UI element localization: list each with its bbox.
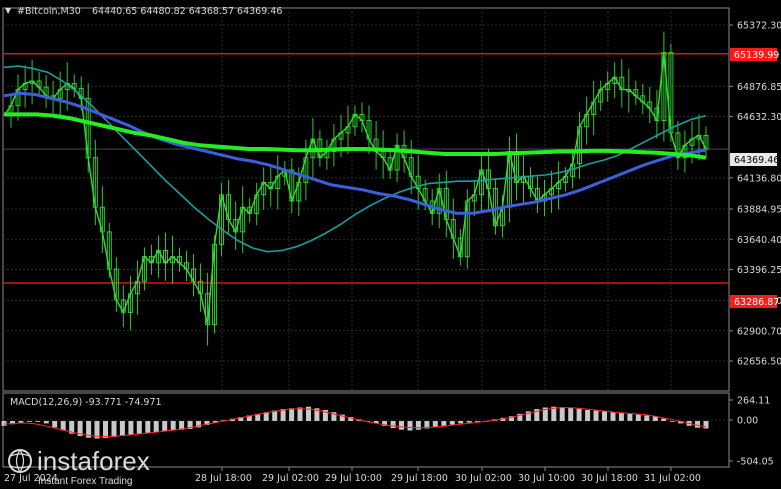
support-price-text: 63286.87 bbox=[734, 297, 779, 308]
price-tick-label: 65372.30 bbox=[737, 21, 781, 32]
price-tick-label: 64876.85 bbox=[737, 82, 781, 93]
macd-bar bbox=[559, 407, 565, 421]
macd-bar bbox=[627, 413, 633, 421]
time-tick-label: 29 Jul 18:00 bbox=[391, 473, 448, 484]
resistance-price-tag: 65139.99 bbox=[730, 48, 779, 61]
macd-bar bbox=[593, 410, 599, 421]
macd-bar bbox=[111, 421, 117, 437]
macd-tick-label: 264.11 bbox=[737, 396, 770, 407]
macd-bar bbox=[297, 407, 303, 421]
macd-bar bbox=[602, 411, 607, 421]
macd-bar bbox=[449, 421, 455, 425]
macd-bar bbox=[170, 421, 176, 431]
price-tick-label: 63640.40 bbox=[737, 235, 781, 246]
macd-bar bbox=[635, 414, 641, 421]
support-price-tag: 63286.87 bbox=[730, 295, 779, 308]
macd-bar bbox=[60, 421, 66, 431]
macd-bar bbox=[390, 421, 396, 429]
macd-bar bbox=[289, 408, 295, 421]
macd-bar bbox=[407, 421, 413, 431]
price-tick-label: 64136.80 bbox=[737, 173, 781, 184]
macd-bar bbox=[1, 421, 7, 426]
price-tick-label: 63396.25 bbox=[737, 265, 781, 276]
macd-bar bbox=[272, 410, 278, 421]
trading-chart[interactable]: ▼ #Bitcoin,M30 64440.65 64480.82 64368.5… bbox=[0, 0, 781, 489]
macd-bar bbox=[162, 421, 168, 432]
macd-bar bbox=[576, 408, 582, 421]
panel-collapse-icon[interactable]: ▼ bbox=[5, 6, 12, 15]
macd-bar bbox=[145, 421, 151, 433]
macd-bar bbox=[610, 412, 616, 421]
macd-bar bbox=[415, 421, 421, 430]
macd-bar bbox=[703, 421, 709, 429]
current-price-tag: 64369.46 bbox=[730, 153, 779, 166]
macd-bar bbox=[43, 421, 49, 424]
time-tick-label: 30 Jul 02:00 bbox=[455, 473, 512, 484]
price-tick-label: 63884.95 bbox=[737, 205, 781, 216]
macd-bar bbox=[458, 421, 464, 424]
macd-bar bbox=[661, 418, 667, 421]
price-tick-label: 62656.50 bbox=[737, 357, 781, 368]
macd-bar bbox=[568, 407, 574, 421]
symbol-label: #Bitcoin,M30 bbox=[17, 6, 81, 17]
macd-bar bbox=[103, 421, 108, 439]
macd-label: MACD(12,26,9) -93.771 -74.971 bbox=[10, 397, 162, 408]
macd-tick-label: 0.00 bbox=[737, 416, 758, 427]
macd-bar bbox=[263, 412, 269, 421]
time-tick-label: 29 Jul 10:00 bbox=[325, 473, 382, 484]
time-tick-label: 31 Jul 02:00 bbox=[644, 473, 701, 484]
ohlc-label: 64440.65 64480.82 64368.57 64369.46 bbox=[92, 6, 282, 17]
macd-bar bbox=[466, 421, 472, 423]
macd-bar bbox=[618, 413, 624, 421]
time-tick-label: 30 Jul 18:00 bbox=[581, 473, 638, 484]
time-tick-label: 28 Jul 18:00 bbox=[195, 473, 252, 484]
macd-bar bbox=[280, 409, 286, 421]
time-tick-label: 30 Jul 10:00 bbox=[518, 473, 575, 484]
time-tick-label: 29 Jul 02:00 bbox=[262, 473, 319, 484]
macd-bar bbox=[35, 421, 41, 422]
macd-bar bbox=[695, 421, 700, 428]
macd-bar bbox=[585, 409, 591, 421]
macd-tick-label: -504.05 bbox=[737, 457, 774, 468]
price-tick-label: 64632.30 bbox=[737, 112, 781, 123]
resistance-price-text: 65139.99 bbox=[734, 50, 779, 61]
macd-bar bbox=[399, 421, 404, 430]
macd-bar bbox=[441, 421, 447, 426]
macd-bar bbox=[18, 421, 24, 423]
current-price-text: 64369.46 bbox=[734, 155, 779, 166]
price-tick-label: 62900.70 bbox=[737, 326, 781, 337]
macd-bar bbox=[119, 421, 125, 436]
macd-bar bbox=[153, 421, 159, 433]
macd-bar bbox=[644, 415, 650, 421]
macd-bar bbox=[136, 421, 142, 434]
macd-bar bbox=[52, 421, 58, 428]
logo-brand-text: instaforex bbox=[37, 446, 150, 476]
logo-tagline-text: Instant Forex Trading bbox=[38, 476, 133, 487]
macd-bar bbox=[128, 421, 134, 435]
macd-bar bbox=[26, 421, 32, 422]
macd-bar bbox=[669, 421, 675, 422]
